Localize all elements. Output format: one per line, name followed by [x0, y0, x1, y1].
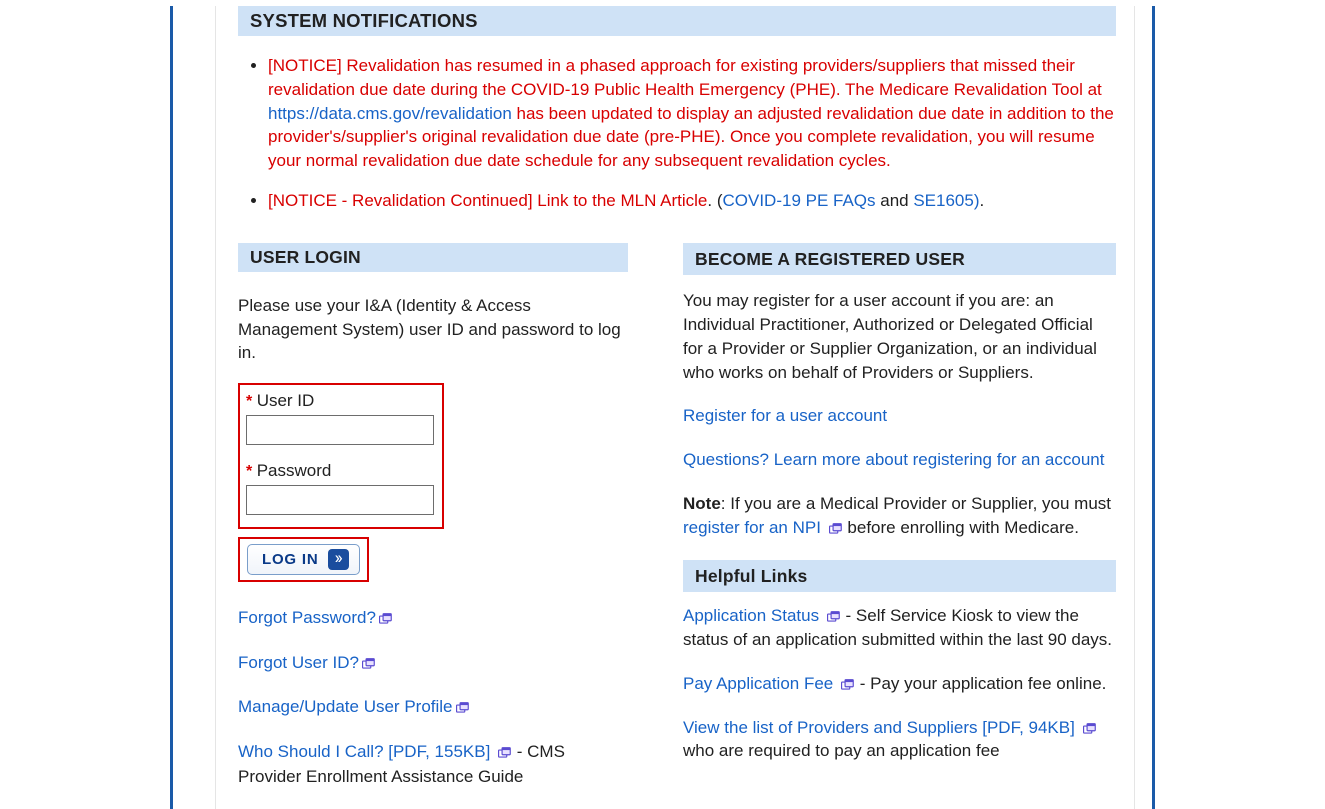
covid-faqs-link[interactable]: COVID-19 PE FAQs [722, 191, 875, 210]
note-suffix: before enrolling with Medicare. [843, 518, 1079, 537]
register-npi-link[interactable]: register for an NPI [683, 518, 821, 537]
notice-text: [NOTICE - Revalidation Continued] Link t… [268, 191, 707, 210]
password-input[interactable] [246, 485, 434, 515]
manage-profile-link[interactable]: Manage/Update User Profile [238, 697, 453, 716]
notices-list: [NOTICE] Revalidation has resumed in a p… [238, 54, 1116, 213]
note-label: Note [683, 494, 721, 513]
external-link-icon [379, 613, 393, 625]
register-intro-text: You may register for a user account if y… [683, 289, 1116, 384]
login-button-highlight: LOG IN [238, 537, 369, 582]
external-link-icon [498, 747, 512, 759]
notice-text: and [876, 191, 914, 210]
learn-more-registering-link[interactable]: Questions? Learn more about registering … [683, 450, 1104, 469]
external-link-icon [1083, 723, 1097, 735]
pay-application-fee-link[interactable]: Pay Application Fee [683, 674, 833, 693]
notice-text: . ( [707, 191, 722, 210]
pay-application-fee-desc: - Pay your application fee online. [855, 674, 1106, 693]
view-providers-list-link[interactable]: View the list of Providers and Suppliers… [683, 718, 1075, 737]
helpful-links-header: Helpful Links [683, 560, 1116, 593]
external-link-icon [456, 702, 470, 714]
forgot-user-id-link[interactable]: Forgot User ID? [238, 653, 359, 672]
notice-text: [NOTICE] Revalidation has resumed in a p… [268, 56, 1102, 99]
notice-item: [NOTICE] Revalidation has resumed in a p… [268, 54, 1116, 173]
password-label: Password [257, 461, 332, 480]
become-registered-user-header: BECOME A REGISTERED USER [683, 243, 1116, 276]
external-link-icon [362, 658, 376, 670]
login-intro-text: Please use your I&A (Identity & Access M… [238, 294, 628, 365]
external-link-icon [841, 679, 855, 691]
note-text: : If you are a Medical Provider or Suppl… [721, 494, 1111, 513]
revalidation-tool-link[interactable]: https://data.cms.gov/revalidation [268, 104, 512, 123]
page-border-right [1152, 6, 1155, 809]
chevron-right-icon [328, 549, 349, 570]
external-link-icon [827, 611, 841, 623]
notice-item: [NOTICE - Revalidation Continued] Link t… [268, 189, 1116, 213]
user-login-header: USER LOGIN [238, 243, 628, 272]
login-button-label: LOG IN [262, 551, 318, 568]
user-id-input[interactable] [246, 415, 434, 445]
login-form-highlight: * User ID * Password [238, 383, 444, 529]
system-notifications-header: SYSTEM NOTIFICATIONS [238, 6, 1116, 36]
view-providers-list-desc: who are required to pay an application f… [683, 741, 1000, 760]
application-status-link[interactable]: Application Status [683, 606, 819, 625]
who-should-i-call-link[interactable]: Who Should I Call? [PDF, 155KB] [238, 742, 490, 761]
user-id-label: User ID [257, 391, 315, 410]
required-asterisk: * [246, 463, 252, 480]
page-border-left [170, 6, 173, 809]
login-button[interactable]: LOG IN [247, 544, 360, 575]
forgot-password-link[interactable]: Forgot Password? [238, 608, 376, 627]
register-account-link[interactable]: Register for a user account [683, 406, 887, 425]
required-asterisk: * [246, 393, 252, 410]
external-link-icon [829, 523, 843, 535]
se1605-link[interactable]: SE1605 [913, 191, 974, 210]
notice-period: . [980, 191, 985, 210]
